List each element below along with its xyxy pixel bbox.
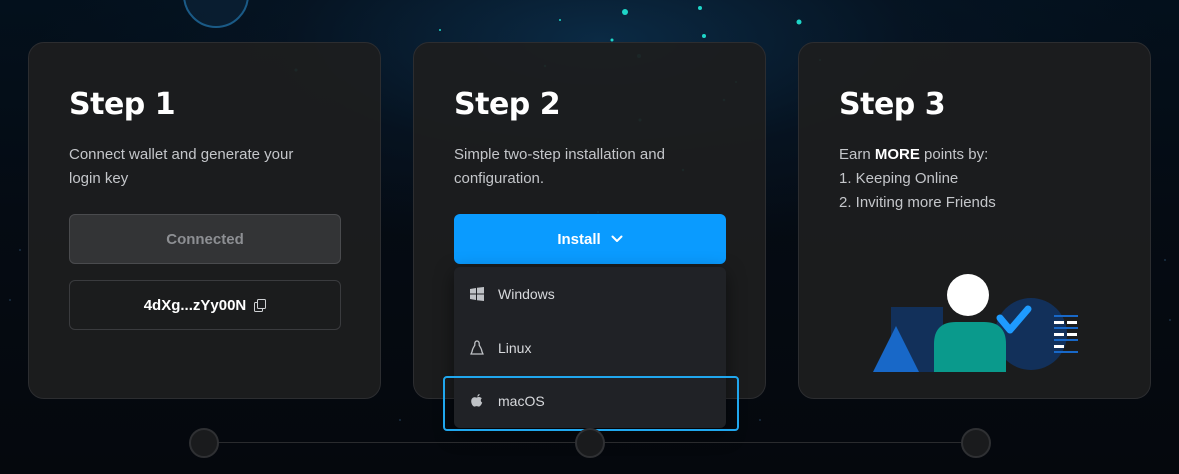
login-key-box[interactable]: 4dXg...zYy00N bbox=[69, 280, 341, 330]
os-option-linux[interactable]: Linux bbox=[454, 321, 726, 375]
step-2-indicator bbox=[575, 428, 605, 458]
step-3-list-item-1: 1. Keeping Online bbox=[839, 170, 959, 187]
step-1-card: Step 1 Connect wallet and generate your … bbox=[28, 42, 381, 399]
earn-points-illustration bbox=[873, 274, 1078, 372]
earn-emphasis: MORE bbox=[874, 146, 920, 163]
install-os-dropdown: Windows Linux macOS bbox=[454, 267, 726, 428]
step-2-title: Step 2 bbox=[454, 87, 561, 122]
step-1-indicator bbox=[189, 428, 219, 458]
os-option-label: Windows bbox=[498, 286, 555, 302]
linux-icon bbox=[470, 340, 484, 356]
earn-prefix: Earn bbox=[839, 146, 875, 163]
os-option-label: Linux bbox=[498, 340, 532, 356]
step-3-list-item-2: 2. Inviting more Friends bbox=[839, 194, 996, 211]
logo-badge-partial bbox=[183, 0, 249, 28]
step-3-indicator bbox=[961, 428, 991, 458]
apple-icon bbox=[470, 393, 484, 409]
earn-suffix: points by: bbox=[919, 146, 989, 163]
step-1-title: Step 1 bbox=[69, 87, 176, 122]
connected-label: Connected bbox=[166, 230, 244, 248]
connected-button[interactable]: Connected bbox=[69, 214, 341, 264]
chevron-down-icon bbox=[611, 235, 623, 242]
step-1-description: Connect wallet and generate your login k… bbox=[69, 146, 294, 187]
install-label: Install bbox=[557, 230, 601, 248]
os-option-windows[interactable]: Windows bbox=[454, 267, 726, 321]
os-option-macos[interactable]: macOS bbox=[454, 374, 726, 428]
install-button[interactable]: Install bbox=[454, 214, 726, 264]
step-3-card: Step 3 Earn MORE points by: 1. Keeping O… bbox=[798, 42, 1151, 399]
windows-icon bbox=[470, 286, 484, 302]
os-option-label: macOS bbox=[498, 393, 545, 409]
step-3-description: Earn MORE points by: 1. Keeping Online 2… bbox=[839, 143, 1099, 215]
step-2-description: Simple two-step installation and configu… bbox=[454, 146, 665, 187]
step-3-title: Step 3 bbox=[839, 87, 946, 122]
login-key-text: 4dXg...zYy00N bbox=[143, 296, 247, 314]
copy-icon[interactable] bbox=[254, 299, 267, 312]
